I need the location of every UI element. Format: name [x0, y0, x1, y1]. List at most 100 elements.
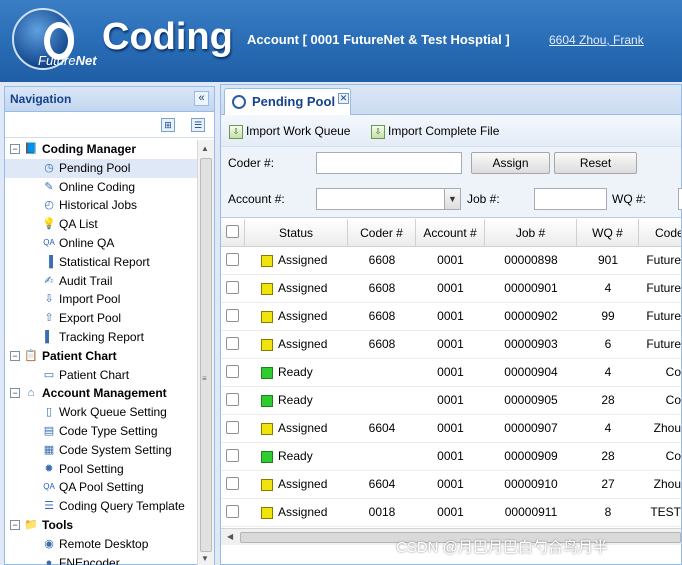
sidebar-item-code-type-setting[interactable]: ▤ Code Type Setting — [5, 422, 198, 441]
table-row[interactable]: Assigned 6608 0001 00000903 6 Future — [221, 331, 681, 359]
job-input[interactable] — [534, 188, 607, 210]
status-cell: Assigned — [261, 331, 348, 359]
sidebar-item-tools[interactable]: − 📁 Tools — [5, 516, 198, 535]
scroll-left-icon[interactable]: ◀ — [227, 532, 233, 541]
coder-cell — [348, 359, 416, 387]
row-checkbox[interactable] — [226, 281, 239, 294]
sidebar-item-label: Export Pool — [59, 311, 122, 326]
collapse-all-icon[interactable]: ☰ — [191, 118, 205, 132]
sidebar-item-statistical-report[interactable]: ▐ Statistical Report — [5, 253, 198, 272]
column-header-job[interactable]: Job # — [485, 219, 577, 247]
close-icon[interactable]: ✕ — [338, 93, 349, 104]
collapse-icon[interactable]: « — [194, 91, 209, 106]
table-row[interactable]: Assigned 6608 0001 00000898 901 Future — [221, 247, 681, 275]
reset-button[interactable]: Reset — [554, 152, 637, 174]
futurenet-logo: FutureNet — [12, 8, 97, 70]
column-header-coder[interactable]: Coder # — [348, 219, 416, 247]
row-checkbox[interactable] — [226, 365, 239, 378]
navigation-tree: − 📘 Coding Manager ◷ Pending Pool ✎ Online Cod… — [5, 140, 198, 565]
status-text: Assigned — [278, 253, 328, 267]
scroll-thumb[interactable] — [200, 158, 212, 552]
select-all-checkbox[interactable] — [226, 225, 239, 238]
chart-doc-icon: ▭ — [43, 368, 55, 381]
sidebar-item-audit-trail[interactable]: ✍ Audit Trail — [5, 272, 198, 291]
watermark: CSDN @月巴月巴白勺合鸟月半 — [396, 539, 608, 556]
row-checkbox[interactable] — [226, 505, 239, 518]
wq-cell: 8 — [604, 505, 612, 519]
row-checkbox[interactable] — [226, 477, 239, 490]
sidebar-item-patient-chart[interactable]: − 📋 Patient Chart — [5, 347, 198, 366]
collapse-toggle-icon[interactable]: − — [10, 144, 20, 154]
import-complete-file-button[interactable]: ⇩ Import Complete File — [371, 124, 499, 140]
row-checkbox[interactable] — [226, 393, 239, 406]
table-row[interactable]: Assigned 6604 0001 00000907 4 Zhou — [221, 415, 681, 443]
sidebar-item-export-pool[interactable]: ⇧ Export Pool — [5, 309, 198, 328]
navigation-scrollbar[interactable]: ▲ ≡ ▼ — [197, 140, 214, 565]
table-row[interactable]: Ready 0001 00000909 28 Co — [221, 443, 681, 471]
row-checkbox[interactable] — [226, 253, 239, 266]
code-system-icon: ▦ — [43, 443, 55, 456]
template-icon: ☰ — [44, 500, 54, 513]
sidebar-item-fnencoder[interactable]: ● FNEncoder — [5, 554, 198, 565]
sidebar-item-patient-chart[interactable]: ▭ Patient Chart — [5, 366, 198, 385]
column-header-wq[interactable]: WQ # — [577, 219, 639, 247]
column-header-code[interactable]: Code — [639, 219, 681, 247]
scroll-down-icon[interactable]: ▼ — [201, 554, 209, 563]
table-row[interactable]: Ready 0001 00000905 28 Co — [221, 387, 681, 415]
sidebar-item-qa-pool-setting[interactable]: QA QA Pool Setting — [5, 478, 198, 497]
row-checkbox[interactable] — [226, 337, 239, 350]
account-cell: 0001 — [437, 281, 464, 295]
column-header-account[interactable]: Account # — [416, 219, 485, 247]
sidebar-item-import-pool[interactable]: ⇩ Import Pool — [5, 290, 198, 309]
table-row[interactable]: Assigned 6608 0001 00000902 99 Future — [221, 303, 681, 331]
user-link[interactable]: 6604 Zhou, Frank — [549, 33, 644, 47]
sidebar-item-label: Tools — [42, 517, 74, 532]
book-icon: 📘 — [24, 143, 38, 155]
collapse-toggle-icon[interactable]: − — [10, 388, 20, 399]
status-text: Ready — [278, 393, 313, 407]
expand-all-icon[interactable]: ⊞ — [161, 118, 175, 132]
row-checkbox[interactable] — [226, 309, 239, 322]
column-header-status[interactable]: Status — [245, 219, 348, 247]
sidebar-item-coding-query-template[interactable]: ☰ Coding Query Template — [5, 497, 198, 516]
assign-button[interactable]: Assign — [471, 152, 550, 174]
sidebar-item-tracking-report[interactable]: ▌ Tracking Report — [5, 328, 198, 347]
import-icon: ⇩ — [44, 293, 54, 306]
sidebar-item-pending-pool[interactable]: ◷ Pending Pool — [5, 158, 198, 178]
sidebar-item-work-queue-setting[interactable]: ▯ Work Queue Setting — [5, 403, 198, 422]
table-row[interactable]: Assigned 6604 0001 00000910 27 Zhou — [221, 471, 681, 499]
wq-input[interactable] — [678, 188, 682, 210]
sidebar-item-coding-manager[interactable]: − 📘 Coding Manager — [5, 140, 198, 159]
status-cell: Assigned — [261, 303, 348, 331]
code-cell: Future — [646, 337, 681, 351]
scroll-up-icon[interactable]: ▲ — [201, 144, 209, 153]
chevron-down-icon[interactable]: ▼ — [444, 189, 460, 209]
sidebar-item-online-qa[interactable]: QA Online QA — [5, 234, 198, 253]
import-work-queue-button[interactable]: ⇩ Import Work Queue — [229, 124, 350, 140]
sidebar-item-label: Work Queue Setting — [59, 405, 167, 420]
sidebar-item-historical-jobs[interactable]: ◴ Historical Jobs — [5, 196, 198, 215]
sidebar-item-account-management[interactable]: − ⌂ Account Management — [5, 384, 198, 403]
account-combo[interactable]: ▼ — [316, 188, 461, 210]
sidebar-item-online-coding[interactable]: ✎ Online Coding — [5, 178, 198, 197]
sidebar-item-pool-setting[interactable]: ✹ Pool Setting — [5, 460, 198, 479]
sidebar-item-code-system-setting[interactable]: ▦ Code System Setting — [5, 441, 198, 460]
table-row[interactable]: Ready 0001 00000904 4 Co — [221, 359, 681, 387]
collapse-toggle-icon[interactable]: − — [10, 350, 20, 361]
row-checkbox[interactable] — [226, 449, 239, 462]
sidebar-item-label: Patient Chart — [59, 367, 130, 382]
job-cell: 00000907 — [504, 421, 558, 435]
tab-pending-pool[interactable]: Pending Pool ✕ — [224, 88, 351, 115]
navigation-panel: Navigation « ⊞ ☰ − 📘 Coding Manager ◷ Pendin… — [4, 86, 215, 565]
collapse-toggle-icon[interactable]: − — [10, 519, 20, 530]
table-row[interactable]: Assigned 6608 0001 00000901 4 Future — [221, 275, 681, 303]
status-indicator-icon — [261, 478, 273, 491]
sidebar-item-qa-list[interactable]: 💡 QA List — [5, 215, 198, 234]
sidebar-item-remote-desktop[interactable]: ◉ Remote Desktop — [5, 535, 198, 554]
wq-cell: 28 — [601, 393, 615, 407]
row-checkbox[interactable] — [226, 421, 239, 434]
coder-input[interactable] — [316, 152, 462, 174]
sidebar-item-label: Patient Chart — [42, 348, 117, 363]
table-row[interactable]: Assigned 0018 0001 00000911 8 TEST — [221, 499, 681, 527]
logo-text-future: Future — [38, 53, 76, 68]
